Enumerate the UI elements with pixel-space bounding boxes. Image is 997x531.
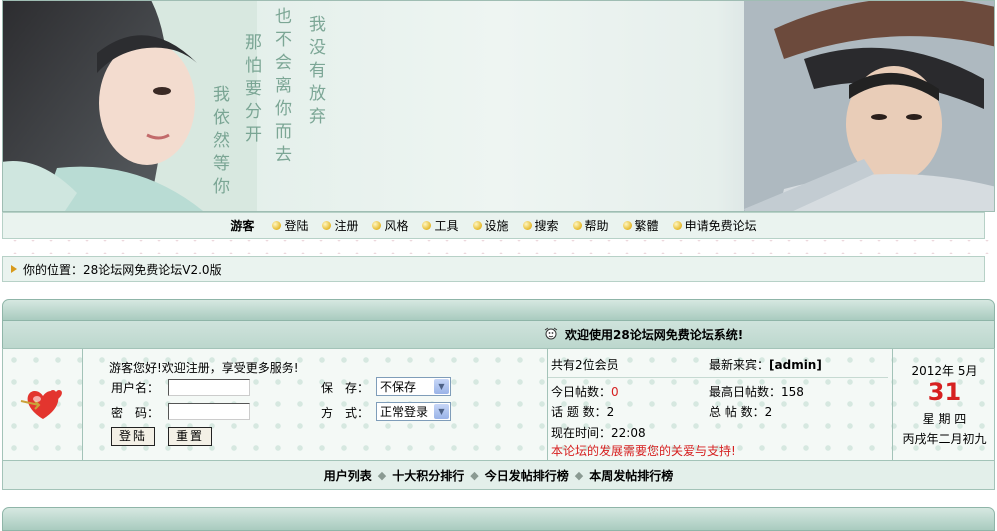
member-count: 共有2位会员 — [551, 358, 619, 372]
reset-button[interactable]: 重置 — [168, 427, 212, 446]
current-time-label: 现在时间： — [551, 426, 612, 440]
diamond-separator-icon: ◆ — [377, 468, 387, 482]
bullet-icon — [472, 221, 482, 230]
welcome-banner: 欢迎使用28论坛网免费论坛系统! — [543, 326, 743, 343]
calendar-lunar-date: 丙戌年二月初九 — [902, 432, 987, 446]
nav-facilities-label: 设施 — [484, 219, 509, 233]
nav-register[interactable]: 注册 — [322, 217, 358, 234]
decorative-sparkle-strip — [0, 240, 997, 254]
newest-member-label: 最新来宾： — [709, 358, 770, 372]
bullet-icon — [572, 221, 582, 230]
today-posts-label: 今日帖数： — [551, 385, 612, 399]
total-posts-value: 2 — [764, 405, 773, 419]
login-mode-select[interactable]: 正常登录 ▼ — [376, 402, 451, 421]
link-today-post-ranking[interactable]: 今日发帖排行榜 — [485, 467, 569, 484]
nav-search-label: 搜索 — [534, 219, 559, 233]
current-time-value: 22:08 — [611, 426, 646, 440]
link-user-list[interactable]: 用户列表 — [324, 467, 372, 484]
calendar-year-month: 2012年 5月 — [911, 364, 978, 378]
nav-facilities[interactable]: 设施 — [472, 217, 509, 234]
guest-greeting: 游客您好!欢迎注册，享受更多服务! — [109, 361, 299, 375]
banner-poem-line-2: 也不会离你而去 — [271, 7, 291, 168]
nav-apply-forum-label: 申请免费论坛 — [684, 219, 757, 233]
max-daily-posts-value: 158 — [781, 385, 804, 399]
nav-register-label: 注册 — [334, 219, 359, 233]
ranking-links-bar: 用户列表 ◆ 十大积分排行 ◆ 今日发帖排行榜 ◆ 本周发帖排行榜 — [2, 461, 995, 490]
nav-tools-label: 工具 — [434, 219, 459, 233]
bullet-icon — [422, 221, 432, 230]
support-message: 本论坛的发展需要您的关爱与支持! — [551, 444, 736, 458]
calendar-day: 31 — [927, 378, 962, 406]
link-week-post-ranking[interactable]: 本周发帖排行榜 — [589, 467, 673, 484]
current-time: 现在时间：22:08 — [551, 424, 646, 441]
topic-count-label: 话 题 数： — [551, 405, 607, 419]
nav-help-label: 帮助 — [584, 219, 609, 233]
save-select[interactable]: 不保存 ▼ — [376, 377, 451, 396]
calendar-weekday: 星 期 四 — [922, 412, 967, 426]
newest-member-link[interactable]: [admin] — [769, 358, 822, 372]
nav-style[interactable]: 风格 — [372, 217, 408, 234]
breadcrumb: 你的位置：28论坛网免费论坛V2.0版 — [2, 256, 985, 282]
bullet-icon — [322, 221, 332, 230]
nav-help[interactable]: 帮助 — [572, 217, 609, 234]
nav-apply-forum[interactable]: 申请免费论坛 — [672, 217, 757, 234]
banner-man-image — [744, 1, 994, 211]
total-posts-label: 总 帖 数： — [709, 405, 765, 419]
login-mode-value: 正常登录 — [380, 405, 429, 419]
link-top-ten-points[interactable]: 十大积分排行 — [392, 467, 464, 484]
next-panel-header — [2, 507, 995, 531]
total-posts: 总 帖 数：2 — [709, 403, 772, 420]
nav-tools[interactable]: 工具 — [422, 217, 459, 234]
today-posts: 今日帖数：0 — [551, 383, 619, 400]
arrow-right-icon — [11, 265, 17, 273]
save-select-value: 不保存 — [380, 380, 417, 394]
banner-poem-line-3: 那怕要分开 — [241, 33, 261, 148]
chevron-down-icon: ▼ — [434, 379, 449, 394]
bullet-icon — [522, 221, 532, 230]
topic-count: 话 题 数：2 — [551, 403, 614, 420]
max-daily-posts: 最高日帖数：158 — [709, 383, 804, 400]
nav-traditional-label: 繁體 — [634, 219, 659, 233]
username-label: 用户名： — [111, 381, 160, 395]
topic-count-value: 2 — [606, 405, 615, 419]
login-button[interactable]: 登陆 — [111, 427, 155, 446]
diamond-separator-icon: ◆ — [470, 468, 479, 482]
password-label: 密 码： — [111, 406, 160, 420]
max-daily-posts-label: 最高日帖数： — [709, 385, 782, 399]
login-mode-label: 方 式： — [321, 406, 370, 420]
banner-poem-line-1: 我没有放弃 — [305, 15, 325, 130]
nav-traditional[interactable]: 繁體 — [622, 217, 659, 234]
nav-login[interactable]: 登陆 — [272, 217, 308, 234]
nav-search[interactable]: 搜索 — [522, 217, 559, 234]
hearts-icon — [20, 390, 62, 419]
bullet-icon — [272, 221, 282, 230]
newest-member: 最新来宾：[admin] — [709, 356, 822, 373]
nav-login-label: 登陆 — [284, 219, 309, 233]
password-input[interactable] — [168, 403, 250, 420]
nav-style-label: 风格 — [384, 219, 409, 233]
save-label: 保 存： — [321, 381, 370, 395]
chevron-down-icon: ▼ — [434, 404, 449, 419]
welcome-row: 欢迎使用28论坛网免费论坛系统! — [2, 321, 995, 348]
guest-label: 游客 — [230, 219, 255, 233]
diamond-separator-icon: ◆ — [574, 468, 584, 482]
today-posts-value: 0 — [611, 385, 619, 399]
username-input[interactable] — [168, 379, 250, 396]
bullet-icon — [372, 221, 382, 230]
bullet-icon — [672, 221, 682, 230]
forum-banner: 我没有放弃 也不会离你而去 那怕要分开 我依然等你 — [2, 0, 995, 212]
breadcrumb-text[interactable]: 你的位置：28论坛网免费论坛V2.0版 — [23, 261, 222, 278]
top-nav-bar: 游客 登陆 注册 风格 工具 设施 搜索 帮助 繁體 申请免费论坛 — [2, 212, 985, 239]
panel-header — [2, 299, 995, 321]
welcome-icon — [544, 327, 558, 339]
forum-info-row: 游客您好!欢迎注册，享受更多服务! 用户名： 密 码： 保 存： 不保存 ▼ 方… — [2, 348, 995, 461]
banner-poem-line-4: 我依然等你 — [209, 85, 229, 200]
bullet-icon — [622, 221, 632, 230]
welcome-text: 欢迎使用28论坛网免费论坛系统! — [565, 328, 744, 342]
